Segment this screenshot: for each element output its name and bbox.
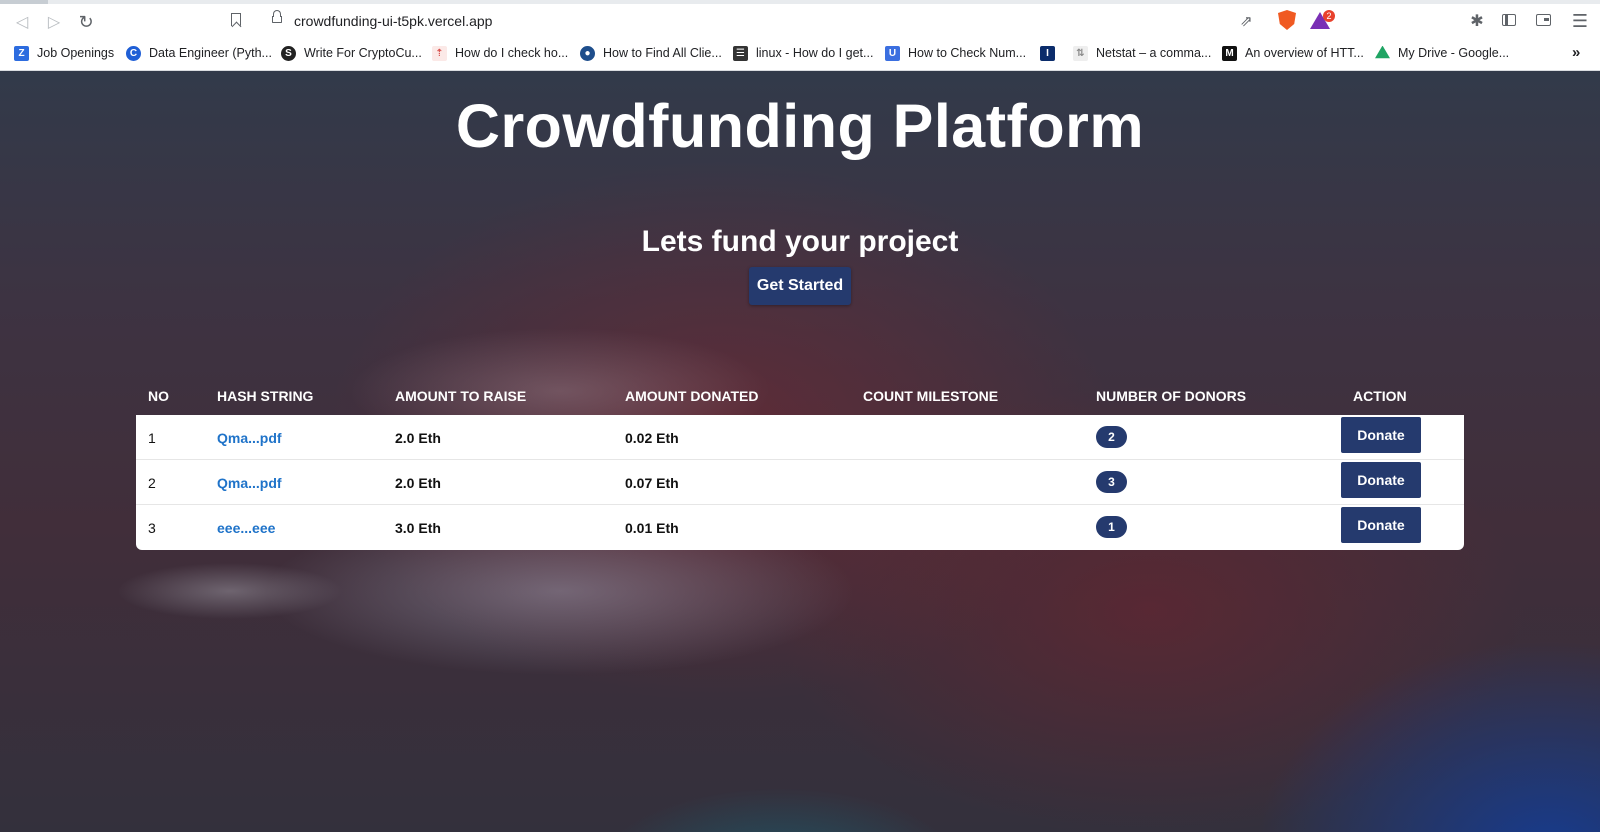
amount-to-raise: 2.0 Eth (395, 475, 441, 491)
header-hash-string: HASH STRING (217, 388, 314, 404)
table-body: 1 Qma...pdf 2.0 Eth 0.02 Eth 2 Donate 2 … (136, 415, 1464, 550)
share-icon[interactable]: ⇗ (1240, 12, 1253, 30)
i-icon: I (1040, 45, 1055, 61)
hash-link[interactable]: Qma...pdf (217, 430, 282, 446)
amount-donated: 0.02 Eth (625, 430, 679, 446)
extensions-puzzle-icon[interactable]: ✱ (1467, 11, 1487, 31)
browser-chrome: ◁ ▷ ↻ crowdfunding-ui-t5pk.vercel.app ⇗ … (0, 0, 1600, 71)
bookmark-label: An overview of HTT... (1245, 46, 1364, 60)
amount-to-raise: 2.0 Eth (395, 430, 441, 446)
table-row: 3 eee...eee 3.0 Eth 0.01 Eth 1 Donate (136, 505, 1464, 550)
bookmark-label: My Drive - Google... (1398, 46, 1510, 60)
table-header: NO HASH STRING AMOUNT TO RAISE AMOUNT DO… (136, 375, 1464, 415)
bookmark-item[interactable]: I (1040, 43, 1063, 63)
bookmark-item[interactable]: ⇡ How do I check ho... (432, 43, 568, 63)
stack-icon: ☰ (733, 45, 748, 61)
hash-link[interactable]: Qma...pdf (217, 475, 282, 491)
reload-icon[interactable]: ↻ (73, 9, 99, 35)
bookmark-label: linux - How do I get... (756, 46, 874, 60)
donate-button[interactable]: Donate (1341, 417, 1421, 453)
bookmark-item[interactable]: Z Job Openings (14, 43, 114, 63)
wallet-icon[interactable] (1536, 14, 1551, 26)
donate-button[interactable]: Donate (1341, 507, 1421, 543)
hash-link[interactable]: eee...eee (217, 520, 275, 536)
bookmark-label: How do I check ho... (455, 46, 569, 60)
drive-icon (1375, 45, 1390, 59)
back-icon[interactable]: ◁ (9, 9, 35, 35)
netstat-icon: ⇅ (1073, 45, 1088, 61)
bookmark-item[interactable]: C Data Engineer (Pyth... (126, 43, 272, 63)
bookmark-label: Netstat – a comma... (1096, 46, 1212, 60)
m-icon: M (1222, 45, 1237, 61)
bookmark-item[interactable]: ☰ linux - How do I get... (733, 43, 873, 63)
zoho-z-icon: Z (14, 45, 29, 61)
bookmark-label: Write For CryptoCu... (304, 46, 422, 60)
bookmark-label: Job Openings (37, 46, 115, 60)
header-amount-donated: AMOUNT DONATED (625, 388, 759, 404)
get-started-button[interactable]: Get Started (749, 267, 851, 305)
bookmark-item[interactable]: M An overview of HTT... (1222, 43, 1364, 63)
donors-badge: 3 (1096, 471, 1127, 493)
menu-icon[interactable]: ☰ (1570, 11, 1590, 32)
site-icon: ⇡ (432, 45, 447, 61)
bookmarks-bar: Z Job Openings C Data Engineer (Pyth... … (0, 40, 1600, 66)
globe-icon: ● (580, 45, 595, 61)
row-number: 1 (148, 430, 156, 446)
page-subtitle: Lets fund your project (641, 225, 959, 258)
table-row: 1 Qma...pdf 2.0 Eth 0.02 Eth 2 Donate (136, 415, 1464, 460)
header-action: ACTION (1353, 388, 1407, 404)
donors-badge: 2 (1096, 426, 1127, 448)
bookmark-item[interactable]: My Drive - Google... (1375, 43, 1509, 63)
active-tab-indicator (0, 0, 48, 4)
projects-table: NO HASH STRING AMOUNT TO RAISE AMOUNT DO… (136, 375, 1464, 550)
bookmark-label: How to Find All Clie... (603, 46, 722, 60)
bookmark-page-icon[interactable] (231, 13, 241, 26)
rewards-badge: 2 (1323, 10, 1335, 22)
row-number: 2 (148, 475, 156, 491)
header-no: NO (148, 388, 169, 404)
forward-icon[interactable]: ▷ (41, 9, 67, 35)
url-text: crowdfunding-ui-t5pk.vercel.app (294, 13, 493, 29)
page-background: Crowdfunding Platform Lets fund your pro… (0, 71, 1600, 832)
amount-to-raise: 3.0 Eth (395, 520, 441, 536)
bookmark-label: How to Check Num... (908, 46, 1027, 60)
bookmark-item[interactable]: S Write For CryptoCu... (281, 43, 422, 63)
circle-c-icon: C (126, 45, 141, 61)
bookmark-item[interactable]: ● How to Find All Clie... (580, 43, 722, 63)
row-number: 3 (148, 520, 156, 536)
bookmark-label: Data Engineer (Pyth... (149, 46, 272, 60)
amount-donated: 0.07 Eth (625, 475, 679, 491)
amount-donated: 0.01 Eth (625, 520, 679, 536)
u-icon: U (885, 45, 900, 61)
crypto-icon: S (281, 45, 296, 61)
header-amount-to-raise: AMOUNT TO RAISE (395, 388, 527, 404)
header-number-of-donors: NUMBER OF DONORS (1096, 388, 1247, 404)
table-row: 2 Qma...pdf 2.0 Eth 0.07 Eth 3 Donate (136, 460, 1464, 505)
lock-icon (272, 10, 282, 23)
bookmark-item[interactable]: U How to Check Num... (885, 43, 1026, 63)
tab-strip (0, 0, 1600, 4)
address-bar[interactable]: crowdfunding-ui-t5pk.vercel.app (260, 7, 1341, 37)
page-title: Crowdfunding Platform (455, 92, 1145, 160)
more-bookmarks-icon[interactable]: » (1572, 44, 1580, 61)
donors-badge: 1 (1096, 516, 1127, 538)
sidebar-toggle-icon[interactable] (1502, 14, 1516, 26)
bookmark-item[interactable]: ⇅ Netstat – a comma... (1073, 43, 1211, 63)
donate-button[interactable]: Donate (1341, 462, 1421, 498)
header-count-milestone: COUNT MILESTONE (863, 388, 999, 404)
